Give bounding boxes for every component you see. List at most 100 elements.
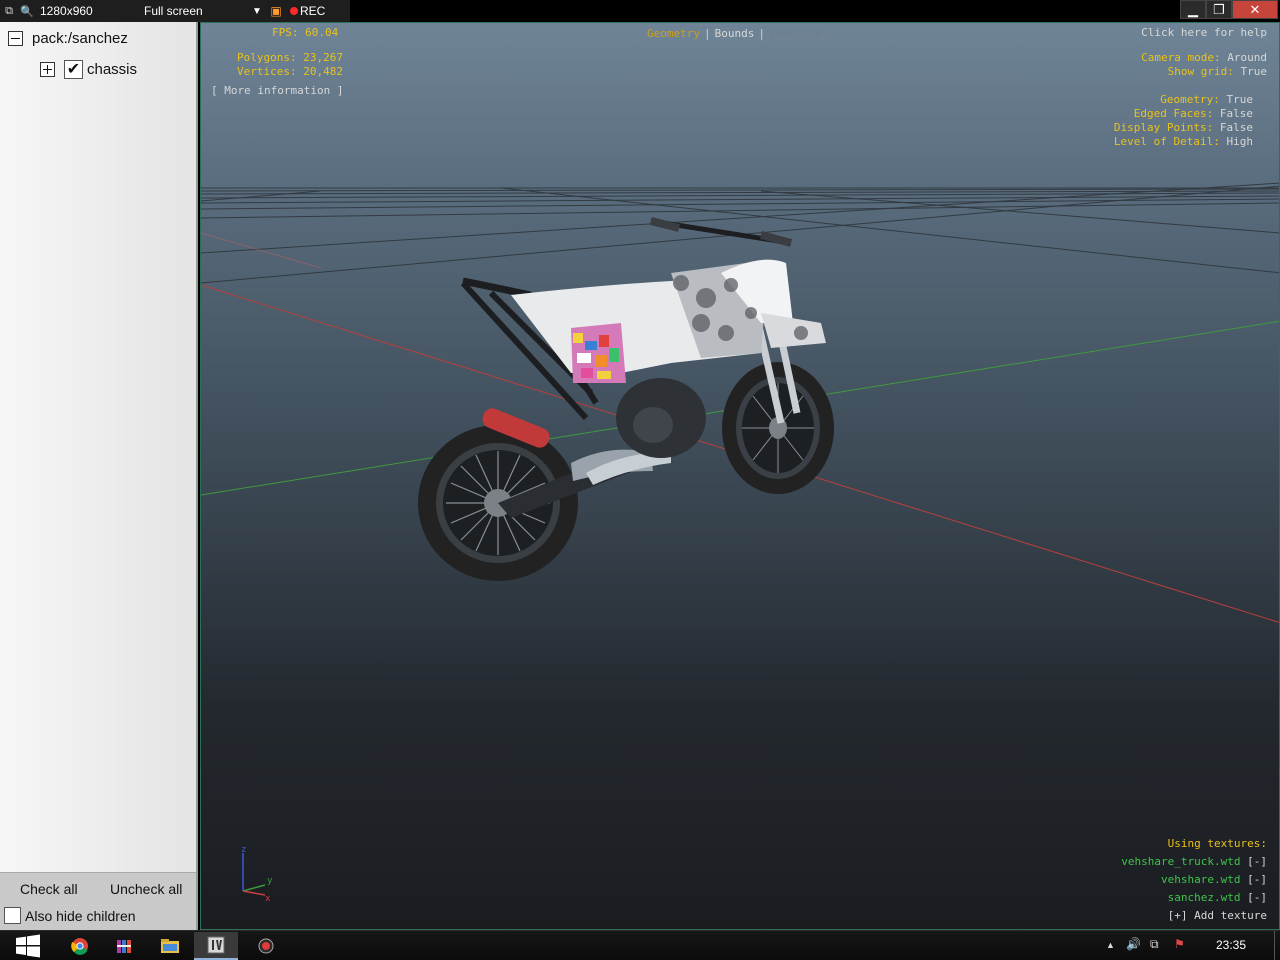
chassis-visibility-checkbox[interactable]: ✔	[64, 60, 83, 79]
show-desktop-button[interactable]	[1274, 931, 1280, 960]
hide-children-label: Also hide children	[25, 907, 136, 924]
record-button[interactable]: REC	[286, 4, 325, 18]
tree-panel-footer: Check all Uncheck all Also hide children	[0, 872, 196, 930]
fps-label: FPS:	[272, 26, 299, 39]
screen-recorder-taskbar-button[interactable]	[244, 932, 288, 960]
texture-item: vehshare_truck.wtd [-]	[1121, 853, 1267, 871]
tree-item-chassis[interactable]: ✔ chassis	[40, 60, 137, 79]
close-button[interactable]: ✕	[1232, 0, 1278, 19]
render-settings: Geometry: True Edged Faces: False Displa…	[1114, 93, 1253, 149]
vertices-label: Vertices:	[237, 65, 297, 78]
tree-item-root-label: pack:/sanchez	[32, 30, 128, 47]
show-hidden-icons-icon[interactable]: ▲	[1106, 940, 1115, 950]
vertices-readout: Vertices: 20,482	[237, 65, 343, 78]
tab-bounds[interactable]: Bounds	[715, 27, 755, 40]
edged-faces-row[interactable]: Edged Faces: False	[1114, 107, 1253, 121]
openiv-app-icon	[207, 936, 225, 954]
remove-texture-button[interactable]: [-]	[1247, 873, 1267, 886]
taskbar-clock[interactable]: 23:35	[1216, 938, 1246, 952]
volume-icon[interactable]: 🔊	[1126, 937, 1141, 951]
restore-button[interactable]: ❐	[1206, 0, 1232, 19]
hide-children-option[interactable]: Also hide children	[4, 907, 136, 924]
edged-faces-value[interactable]: False	[1220, 107, 1253, 120]
svg-text:y: y	[267, 876, 273, 886]
model-tree-panel: pack:/sanchez ✔ chassis Check all Unchec…	[0, 22, 198, 930]
texture-name[interactable]: vehshare_truck.wtd	[1121, 855, 1240, 868]
collapse-icon[interactable]	[8, 31, 23, 46]
tab-skeleton[interactable]: Skeleton	[769, 27, 822, 40]
camera-mode-value[interactable]: Around	[1227, 51, 1267, 64]
lod-row[interactable]: Level of Detail: High	[1114, 135, 1253, 149]
check-all-button[interactable]: Check all	[20, 881, 78, 897]
show-grid-row[interactable]: Show grid: True	[1141, 65, 1267, 79]
window-controls: ▁ ❐ ✕	[1180, 0, 1278, 19]
lod-value[interactable]: High	[1227, 135, 1254, 148]
expand-icon[interactable]	[40, 62, 55, 77]
tree-item-chassis-label: chassis	[87, 61, 138, 78]
tree-item-root[interactable]: pack:/sanchez	[8, 30, 128, 47]
action-center-icon[interactable]: ⧉	[1150, 937, 1159, 952]
more-information-link[interactable]: [ More information ]	[211, 84, 343, 97]
uncheck-all-button[interactable]: Uncheck all	[110, 881, 182, 897]
texture-name[interactable]: vehshare.wtd	[1161, 873, 1240, 886]
faint-axis-line	[201, 232, 322, 269]
zoom-icon[interactable]: 🔍	[18, 5, 36, 18]
archive-app-taskbar-button[interactable]	[102, 932, 146, 960]
geometry-label: Geometry:	[1160, 93, 1220, 106]
texture-item: vehshare.wtd [-]	[1121, 871, 1267, 889]
display-points-label: Display Points:	[1113, 121, 1214, 134]
remove-texture-button[interactable]: [-]	[1247, 891, 1267, 904]
texture-item: sanchez.wtd [-]	[1121, 889, 1267, 907]
show-grid-label: Show grid:	[1167, 65, 1234, 78]
chrome-taskbar-button[interactable]	[58, 932, 102, 960]
polygons-label: Polygons:	[237, 51, 297, 64]
fps-readout: FPS: 60.04	[272, 26, 338, 39]
polygons-readout: Polygons: 23,267	[237, 51, 343, 64]
display-points-row[interactable]: Display Points: False	[1114, 121, 1253, 135]
textures-panel: Using textures: vehshare_truck.wtd [-] v…	[1121, 835, 1267, 925]
svg-text:z: z	[241, 845, 246, 855]
windows-logo-icon	[16, 934, 40, 958]
openiv-taskbar-button[interactable]	[194, 932, 238, 960]
chrome-icon	[71, 938, 88, 955]
geometry-value[interactable]: True	[1227, 93, 1254, 106]
lod-label: Level of Detail:	[1113, 135, 1220, 148]
display-points-value[interactable]: False	[1220, 121, 1253, 134]
hide-children-checkbox[interactable]	[4, 907, 21, 924]
axis-gizmo: z y x	[241, 845, 273, 904]
record-label: REC	[300, 4, 326, 18]
minimize-button[interactable]: ▁	[1180, 0, 1206, 19]
chevron-down-icon[interactable]: ▼	[248, 6, 266, 17]
geometry-row[interactable]: Geometry: True	[1114, 93, 1253, 107]
help-link[interactable]: Click here for help	[1141, 26, 1267, 40]
vertices-value: 20,482	[303, 65, 343, 78]
start-button[interactable]	[6, 932, 50, 960]
help-label: Click here for help	[1141, 26, 1267, 39]
archive-books-icon	[117, 940, 131, 953]
texture-name[interactable]: sanchez.wtd	[1168, 891, 1241, 904]
show-grid-value[interactable]: True	[1241, 65, 1268, 78]
recording-mode[interactable]: Full screen	[144, 4, 248, 18]
record-dot-icon	[290, 7, 298, 15]
svg-text:x: x	[265, 894, 271, 904]
tab-geometry[interactable]: Geometry	[647, 27, 700, 40]
camera-settings: Camera mode: Around Show grid: True	[1141, 51, 1267, 79]
remove-texture-button[interactable]: [-]	[1247, 855, 1267, 868]
camera-mode-label: Camera mode:	[1141, 51, 1221, 64]
fps-value: 60.04	[305, 26, 339, 39]
file-explorer-taskbar-button[interactable]	[148, 932, 192, 960]
taskbar: ▲ 🔊 ⧉ ⚑ 23:35	[0, 930, 1280, 960]
front-wheel	[722, 362, 834, 494]
using-textures-label: Using textures:	[1167, 837, 1267, 850]
camera-icon[interactable]: ▣	[266, 4, 286, 18]
edged-faces-label: Edged Faces:	[1133, 107, 1214, 120]
add-texture-button[interactable]: [+] Add texture	[1121, 907, 1267, 925]
scene-canvas[interactable]: z y x	[201, 23, 1280, 930]
motorcycle-model	[418, 217, 834, 581]
window-mode-icon[interactable]: ⧉	[0, 5, 18, 18]
3d-viewport[interactable]: z y x FPS: 60.04 Polygons: 23,267 Vertic…	[200, 22, 1280, 930]
recording-resolution[interactable]: 1280x960	[40, 4, 140, 18]
folder-icon	[161, 939, 179, 953]
camera-mode-row[interactable]: Camera mode: Around	[1141, 51, 1267, 65]
network-disconnected-icon[interactable]: ⚑	[1174, 937, 1185, 951]
